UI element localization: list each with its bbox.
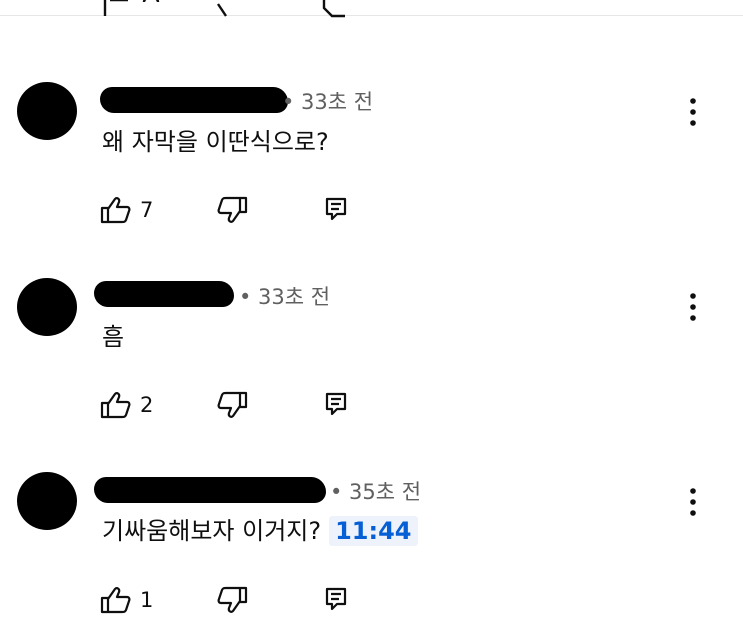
- redacted-author-name: [94, 281, 234, 307]
- thumbs-up-icon[interactable]: [100, 196, 132, 224]
- like-count: 1: [140, 588, 154, 612]
- avatar[interactable]: [17, 472, 77, 530]
- thumbs-up-icon[interactable]: [100, 586, 132, 614]
- thumbs-down-icon[interactable]: [214, 586, 248, 614]
- comment-time: • 35초 전: [330, 480, 422, 504]
- comment-text: 흠: [102, 323, 125, 351]
- reply-icon[interactable]: [324, 586, 348, 612]
- comment-text: 기싸움해보자 이거지? 11:44: [102, 516, 418, 546]
- comment-actions: 1: [100, 586, 360, 616]
- timestamp-link[interactable]: 11:44: [329, 516, 418, 546]
- avatar[interactable]: [17, 278, 77, 336]
- comment-item-3: • 35초 전 기싸움해보자 이거지? 11:44 1: [0, 0, 743, 614]
- like-count: 7: [140, 198, 154, 222]
- thumbs-down-icon[interactable]: [214, 196, 248, 224]
- more-vert-icon[interactable]: [680, 290, 706, 324]
- like-count: 2: [140, 393, 154, 417]
- redacted-author-name: [94, 477, 326, 503]
- thumbs-up-icon[interactable]: [100, 391, 132, 419]
- comment-text-body: 기싸움해보자 이거지?: [102, 517, 322, 545]
- reply-icon[interactable]: [324, 391, 348, 417]
- comment-actions: 7: [100, 196, 360, 226]
- thumbs-down-icon[interactable]: [214, 391, 248, 419]
- comment-actions: 2: [100, 391, 360, 421]
- comment-time: • 33초 전: [239, 285, 331, 309]
- reply-icon[interactable]: [324, 196, 348, 222]
- more-vert-icon[interactable]: [680, 485, 706, 519]
